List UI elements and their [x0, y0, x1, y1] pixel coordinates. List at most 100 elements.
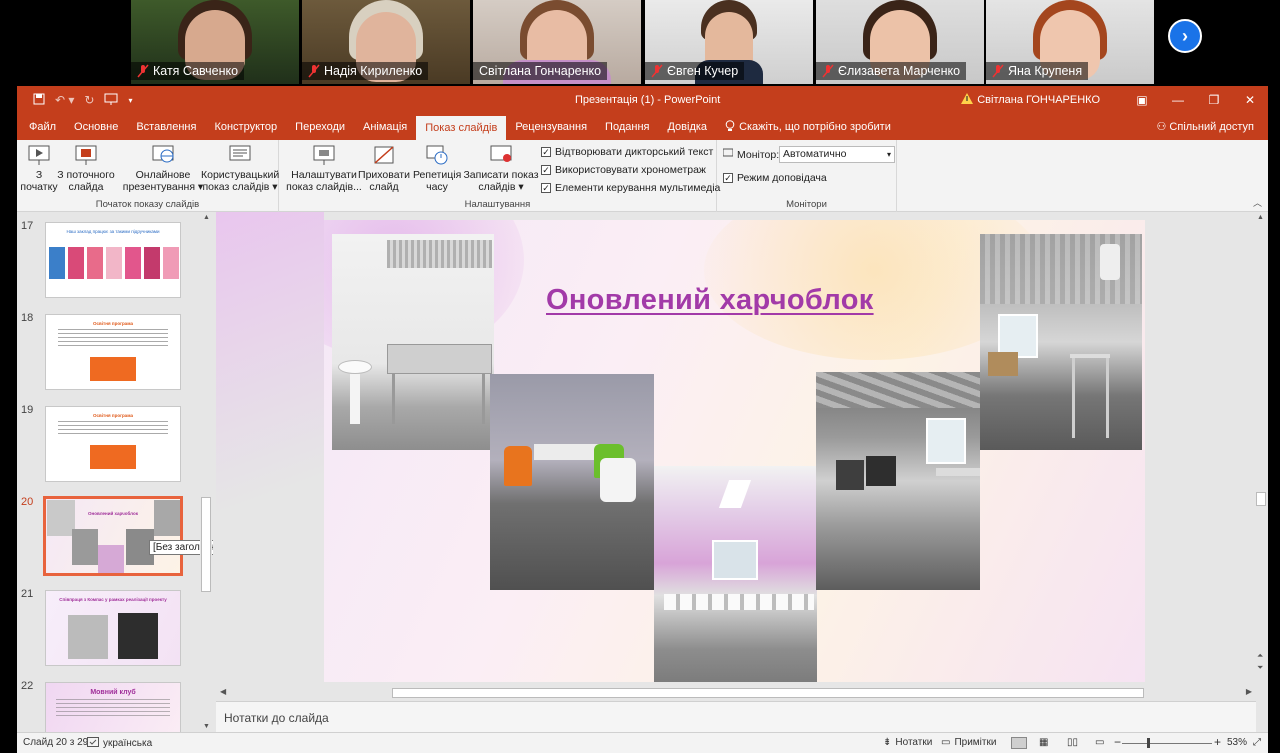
scrollbar-thumb[interactable] — [201, 497, 211, 592]
thumbnail-slide[interactable]: Наш заклад працює за такими підручниками — [45, 222, 181, 298]
present-icon[interactable] — [104, 93, 118, 108]
participant-tile[interactable]: Надія Кириленко — [302, 0, 470, 84]
hide-slide-icon — [371, 144, 397, 166]
thumbnail-number: 17 — [21, 220, 34, 232]
fit-to-window-button[interactable]: ⤢ — [1253, 737, 1261, 748]
reading-view-button[interactable]: ▯▯ — [1067, 737, 1078, 748]
photo-dining-area[interactable] — [490, 374, 654, 590]
next-participants-button[interactable]: › — [1168, 19, 1202, 53]
setup-slideshow-button[interactable]: Налаштувати показ слайдів... — [285, 144, 363, 193]
notes-pane[interactable]: Нотатки до слайда — [216, 701, 1256, 733]
zoom-out-button[interactable]: − — [1114, 735, 1121, 749]
save-icon[interactable] — [33, 93, 45, 108]
vertical-scrollbar[interactable]: ▲ ⏶ ⏷ — [1254, 212, 1268, 701]
scroll-up-icon[interactable]: ▲ — [1257, 214, 1264, 221]
thumbnail-title: Мовний клуб — [90, 689, 136, 696]
tell-me-box[interactable]: Скажіть, що потрібно зробити — [716, 114, 900, 140]
language-indicator[interactable]: українська — [103, 738, 152, 749]
zoom-level[interactable]: 53% — [1227, 737, 1247, 748]
slide-thumbnails-pane: 17 Наш заклад працює за такими підручник… — [17, 212, 213, 732]
tab-view[interactable]: Подання — [596, 114, 658, 140]
scrollbar-thumb[interactable] — [1256, 492, 1266, 506]
participant-tile[interactable]: Євген Кучер — [645, 0, 813, 84]
previous-slide-icon[interactable]: ⏶ — [1257, 652, 1263, 660]
presenter-view-checkbox[interactable]: ✓ Режим доповідача — [723, 172, 827, 184]
tab-slideshow[interactable]: Показ слайдів — [416, 116, 507, 140]
tell-me-text: Скажіть, що потрібно зробити — [739, 121, 891, 133]
tab-insert[interactable]: Вставлення — [127, 114, 205, 140]
thumbnail-slide[interactable]: Співпраця з Компас у рамках реалізації п… — [45, 590, 181, 666]
button-label: презентування ▾ — [122, 181, 204, 193]
thumbnails-scrollbar[interactable]: ▲ ▼ — [200, 212, 212, 732]
tab-file[interactable]: Файл — [17, 114, 65, 140]
tab-help[interactable]: Довідка — [658, 114, 716, 140]
photo-washroom[interactable] — [654, 466, 817, 682]
group-monitors: Монітор: Автоматично ▾ ✓ Режим доповідач… — [717, 140, 897, 212]
account-info[interactable]: Світлана ГОНЧАРЕНКО — [961, 93, 1100, 107]
next-slide-icon[interactable]: ⏷ — [1257, 664, 1263, 672]
participant-name: Катя Савченко — [153, 64, 239, 78]
from-current-slide-button[interactable]: З поточного слайда — [57, 144, 115, 193]
play-narrations-checkbox[interactable]: ✓ Відтворювати дикторський текст — [541, 146, 713, 158]
thumbnail-slide[interactable]: Мовний клуб — [45, 682, 181, 732]
photo-kitchen-sink[interactable] — [332, 234, 494, 450]
checkbox-label: Використовувати хронометраж — [555, 164, 706, 176]
slideshow-view-button[interactable]: ▭ — [1095, 737, 1104, 748]
custom-slideshow-button[interactable]: Користувацький показ слайдів ▾ — [201, 144, 279, 193]
tab-home[interactable]: Основне — [65, 114, 127, 140]
tab-design[interactable]: Конструктор — [205, 114, 286, 140]
from-beginning-button[interactable]: З початку — [19, 144, 59, 193]
minimize-button[interactable]: — — [1160, 93, 1196, 107]
present-online-button[interactable]: Онлайнове презентування ▾ — [121, 144, 205, 193]
powerpoint-window: ↶ ▾ ↻ ▾ Презентація (1) - PowerPoint Сві… — [17, 86, 1268, 753]
normal-view-button[interactable] — [1011, 737, 1027, 749]
thumbnail-slide[interactable]: Оновлений харчоблок — [43, 496, 183, 576]
horizontal-scrollbar[interactable]: ◀ ▶ — [216, 686, 1256, 700]
hide-slide-button[interactable]: Приховати слайд — [357, 144, 411, 193]
button-label: часу — [426, 181, 448, 193]
zoom-in-button[interactable]: + — [1214, 735, 1221, 749]
thumbnail-slide[interactable]: Освітня програма — [45, 406, 181, 482]
media-controls-checkbox[interactable]: ✓ Елементи керування мультимедіа — [541, 182, 720, 194]
record-slideshow-button[interactable]: Записати показ слайдів ▾ — [463, 144, 539, 193]
quick-access-toolbar: ↶ ▾ ↻ ▾ — [17, 93, 133, 108]
maximize-button[interactable]: ❐ — [1196, 93, 1232, 107]
rehearse-timings-button[interactable]: Репетиція часу — [413, 144, 461, 193]
participant-tile[interactable]: Єлизавета Марченко — [816, 0, 984, 84]
spelling-check[interactable]: українська — [87, 737, 152, 750]
slide-sorter-button[interactable]: ▦ — [1039, 737, 1048, 748]
collapse-ribbon-icon[interactable]: ︿ — [1253, 196, 1262, 209]
undo-icon[interactable]: ↶ ▾ — [55, 93, 74, 107]
zoom-slider-thumb[interactable] — [1147, 738, 1150, 748]
tab-animations[interactable]: Анімація — [354, 114, 416, 140]
photo-kitchen-room[interactable] — [816, 372, 980, 590]
tab-review[interactable]: Рецензування — [506, 114, 596, 140]
zoom-level-text: 53% — [1227, 737, 1248, 748]
ribbon-display-options-icon[interactable]: ▣ — [1124, 93, 1160, 107]
zoom-slider[interactable] — [1122, 743, 1212, 744]
share-button[interactable]: ⚇ Спільний доступ — [1156, 120, 1254, 133]
current-slide[interactable]: Оновлений харчоблок — [324, 220, 1145, 682]
thumbnail-title: Освітня програма — [93, 413, 133, 418]
photo-kitchen-storage[interactable] — [980, 234, 1142, 450]
use-timings-checkbox[interactable]: ✓ Використовувати хронометраж — [541, 164, 706, 176]
notes-toggle[interactable]: ⇟ Нотатки — [883, 737, 932, 748]
monitor-select[interactable]: Автоматично ▾ — [779, 146, 895, 163]
close-button[interactable]: ✕ — [1232, 93, 1268, 107]
participant-tile[interactable]: Яна Крупеня — [986, 0, 1154, 84]
slide-counter-text: Слайд 20 з 29 — [23, 737, 89, 748]
scroll-right-icon[interactable]: ▶ — [1246, 687, 1252, 696]
scroll-down-icon[interactable]: ▼ — [203, 723, 210, 730]
participant-tile-active[interactable]: Світлана Гончаренко — [473, 0, 641, 84]
tab-transitions[interactable]: Переходи — [286, 114, 354, 140]
slide-title[interactable]: Оновлений харчоблок — [546, 284, 874, 317]
comments-toggle[interactable]: ▭ Примітки — [941, 737, 996, 748]
scroll-left-icon[interactable]: ◀ — [220, 687, 226, 696]
customize-qat-icon[interactable]: ▾ — [128, 96, 132, 105]
participant-name-bar: Надія Кириленко — [302, 62, 429, 80]
thumbnail-slide[interactable]: Освітня програма — [45, 314, 181, 390]
scroll-up-icon[interactable]: ▲ — [203, 214, 210, 221]
participant-tile[interactable]: Катя Савченко — [131, 0, 299, 84]
redo-icon[interactable]: ↻ — [84, 93, 94, 107]
scrollbar-thumb[interactable] — [392, 688, 1144, 698]
